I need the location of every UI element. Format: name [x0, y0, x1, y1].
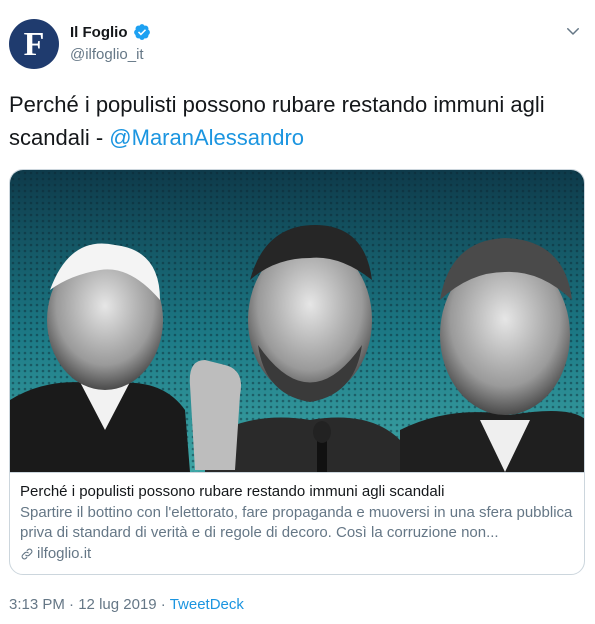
tweet-source-link[interactable]: TweetDeck — [170, 596, 244, 613]
handle[interactable]: @ilfoglio_it — [70, 46, 151, 63]
name-row: Il Foglio — [70, 23, 151, 41]
link-icon — [21, 548, 33, 560]
meta-separator: · — [69, 596, 75, 613]
chevron-down-icon[interactable] — [564, 22, 582, 40]
card-description: Spartire il bottino con l'elettorato, fa… — [20, 504, 573, 541]
avatar[interactable]: F — [9, 19, 59, 69]
author-block[interactable]: Il Foglio @ilfoglio_it — [70, 23, 151, 63]
mention-link[interactable]: @MaranAlessandro — [109, 125, 304, 150]
tweet-time[interactable]: 3:13 PM — [9, 596, 65, 613]
link-card[interactable]: Perché i populisti possono rubare restan… — [9, 169, 585, 575]
card-domain: ilfoglio.it — [37, 545, 92, 562]
card-image — [10, 170, 584, 472]
meta-separator-2: · — [160, 596, 166, 613]
card-title: Perché i populisti possono rubare restan… — [20, 483, 445, 500]
tweet-date[interactable]: 12 lug 2019 — [78, 596, 156, 613]
tweet-meta: 3:13 PM · 12 lug 2019 · TweetDeck — [9, 596, 244, 613]
tweet-text: Perché i populisti possono rubare restan… — [9, 88, 584, 154]
verified-badge-icon — [133, 24, 150, 40]
display-name[interactable]: Il Foglio — [70, 24, 128, 41]
avatar-letter: F — [23, 26, 45, 63]
tweet: F Il Foglio @ilfoglio_it Perché i populi… — [0, 0, 595, 624]
card-domain-row: ilfoglio.it — [20, 544, 576, 564]
card-body: Perché i populisti possono rubare restan… — [10, 472, 584, 574]
